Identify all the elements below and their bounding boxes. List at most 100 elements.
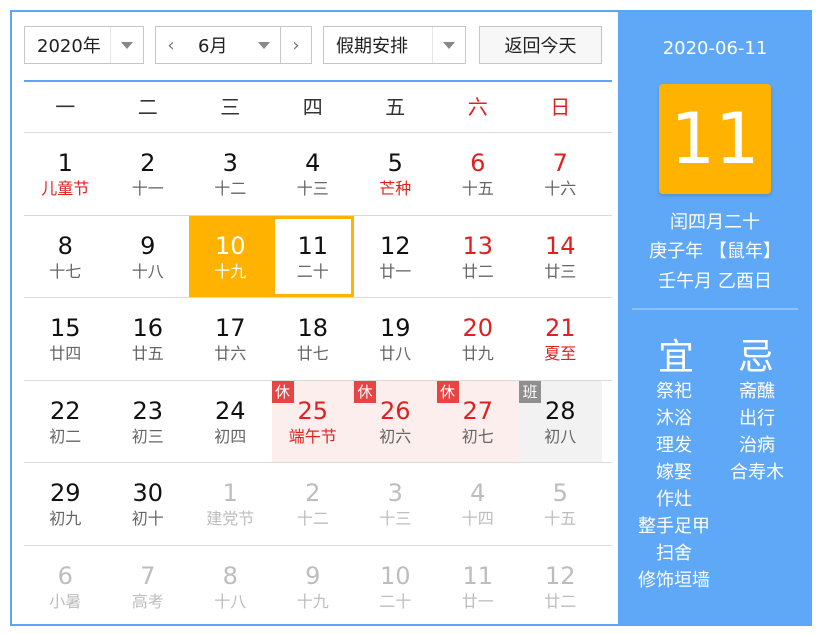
day-number: 9 [140,231,156,260]
day-cell[interactable]: 5 十五 [519,463,602,544]
day-number: 13 [462,231,494,260]
prev-month-button[interactable]: ‹ [155,26,187,64]
day-number: 2 [140,149,156,177]
day-cell[interactable]: 29 初九 [24,463,107,544]
lunar-label: 廿二 [544,591,577,611]
day-cell[interactable]: 10 十九 [189,215,272,297]
day-cell[interactable]: 2 十一 [107,133,190,214]
lunar-label: 建党节 [206,509,255,528]
day-number: 14 [544,231,576,260]
yi-item: 祭祀 [656,381,692,402]
lunar-label: 高考 [131,591,164,611]
lunar-label: 十八 [214,591,247,611]
day-cell[interactable]: 17 廿六 [189,298,272,379]
chevron-left-icon: ‹ [167,34,175,56]
lunar-label: 廿二 [461,261,494,281]
day-number: 12 [379,231,411,260]
day-number: 2 [305,479,321,507]
day-cell[interactable]: 休 27 初七 [436,380,519,462]
lunar-label: 十一 [131,179,164,198]
day-cell[interactable]: 12 廿一 [354,216,437,297]
workday-badge: 班 [519,380,541,403]
day-cell[interactable]: 15 廿四 [24,298,107,379]
day-cell[interactable]: 3 十二 [189,133,272,214]
day-cell[interactable]: 24 初四 [189,381,272,462]
day-cell[interactable]: 16 廿五 [107,298,190,379]
weekday-label: 一 [55,95,76,119]
ji-title: 忌 [738,337,775,378]
chevron-down-icon[interactable] [110,27,143,63]
day-cell[interactable]: 14 廿三 [519,216,602,297]
day-cell[interactable]: 11 廿一 [437,546,520,627]
day-cell[interactable]: 22 初二 [24,381,107,462]
weekday-label: 六 [467,95,488,119]
back-to-today-button[interactable]: 返回今天 [479,26,602,64]
day-cell[interactable]: 4 十四 [437,463,520,544]
lunar-label: 十八 [131,261,164,281]
day-cell[interactable]: 班 28 初八 [519,380,602,462]
day-cell[interactable]: 6 十五 [437,133,520,214]
day-cell[interactable]: 9 十九 [272,546,355,627]
lunar-label: 初八 [544,426,577,446]
day-cell[interactable]: 21 夏至 [519,298,602,379]
day-number: 5 [552,479,568,507]
day-cell[interactable]: 19 廿八 [354,298,437,379]
day-cell[interactable]: 4 十三 [272,133,355,214]
lunar-label: 十三 [379,509,412,528]
lunar-label: 十五 [461,179,494,198]
chevron-down-icon[interactable] [432,27,465,63]
day-number: 8 [57,231,73,260]
day-cell[interactable]: 休 26 初六 [354,380,437,462]
lunar-label: 十七 [49,261,82,281]
day-number: 24 [214,396,246,425]
day-number: 23 [132,396,164,425]
day-cell[interactable]: 6 小暑 [24,546,107,627]
ji-list: 斋醮 出行 治病 合寿木 [720,378,794,486]
day-number: 6 [470,149,486,177]
day-cell[interactable]: 休 25 端午节 [271,380,354,462]
holiday-select[interactable]: 假期安排 [323,26,466,64]
year-select[interactable]: 2020年 [24,26,144,64]
lunar-label: 廿六 [214,344,247,363]
day-cell[interactable]: 3 十三 [354,463,437,544]
day-detail-panel: 2020-06-11 11 闰四月二十 庚子年 【鼠年】 壬午月 乙酉日 宜 忌… [618,12,812,624]
ganzhi-year: 庚子年 【鼠年】 [649,241,781,262]
calendar-grid: 1 儿童节 2 十一 3 十二 4 十三 5 芒种 6 十五 7 十六 8 十七 9 十八 10 十九 11 二十 12 廿一… [24,132,612,627]
day-cell[interactable]: 12 廿二 [519,546,602,627]
day-number: 22 [49,396,81,425]
day-cell[interactable]: 10 二十 [354,546,437,627]
yi-list: 祭祀 沐浴 理发 嫁娶 作灶 整手足甲 扫舍 修饰垣墙 [632,378,716,594]
day-cell[interactable]: 1 儿童节 [24,133,107,214]
lunar-label: 十二 [214,179,247,198]
day-cell[interactable]: 9 十八 [107,216,190,297]
day-cell[interactable]: 2 十二 [272,463,355,544]
day-number: 8 [222,561,238,590]
day-cell[interactable]: 7 高考 [107,546,190,627]
day-number: 29 [49,479,81,507]
next-month-button[interactable]: › [280,26,312,64]
calendar-week-row: 1 儿童节 2 十一 3 十二 4 十三 5 芒种 6 十五 7 十六 [24,132,612,215]
lunar-label: 十三 [296,179,329,198]
day-cell[interactable]: 7 十六 [519,133,602,214]
day-cell[interactable]: 18 廿七 [272,298,355,379]
day-cell[interactable]: 30 初十 [107,463,190,544]
day-cell[interactable]: 23 初三 [107,381,190,462]
chevron-right-icon: › [292,34,300,56]
lunar-label: 十二 [296,509,329,528]
day-cell[interactable]: 5 芒种 [354,133,437,214]
day-cell[interactable]: 20 廿九 [437,298,520,379]
lunar-label: 廿一 [461,591,494,611]
day-number: 6 [57,561,73,590]
month-select-value: 6月 [198,36,228,57]
day-number: 4 [470,479,486,507]
day-number: 19 [379,314,411,342]
yi-item: 理发 [656,435,692,456]
chevron-down-icon[interactable] [248,27,280,63]
day-cell[interactable]: 8 十八 [189,546,272,627]
day-cell[interactable]: 11 二十 [271,215,354,297]
month-select[interactable]: 6月 [186,26,280,64]
day-cell[interactable]: 8 十七 [24,216,107,297]
day-cell[interactable]: 13 廿二 [437,216,520,297]
day-cell[interactable]: 1 建党节 [189,463,272,544]
day-number: 1 [222,479,238,507]
